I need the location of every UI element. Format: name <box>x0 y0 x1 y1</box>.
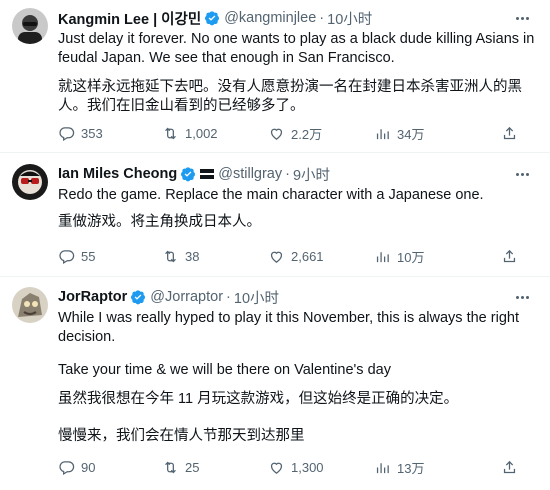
verified-badge-icon <box>181 167 196 182</box>
tweet-text: While I was really hyped to play it this… <box>58 310 519 345</box>
tweet-text: 就这样永远拖延下去吧。没有人愿意扮演一名在封建日本杀害亚洲人的黑人。我们在旧金山… <box>58 79 522 114</box>
repost-icon <box>165 127 176 139</box>
handle[interactable]: @stillgray <box>218 166 282 182</box>
views-button[interactable]: 13万 <box>374 458 424 476</box>
views-count: 10万 <box>397 249 425 265</box>
reply-button[interactable]: 353 <box>58 124 103 142</box>
tweet-actions: 55 38 2,661 10万 <box>58 247 528 265</box>
share-icon <box>503 249 516 262</box>
tweet-text: Take your time & we will be there on Val… <box>58 362 391 378</box>
separator-dot: · <box>285 166 290 182</box>
views-button[interactable]: 10万 <box>374 247 424 265</box>
reply-icon <box>59 249 75 264</box>
reply-count: 55 <box>81 248 96 264</box>
reply-button[interactable]: 55 <box>58 247 95 265</box>
divider <box>0 276 550 277</box>
repost-button[interactable]: 1,002 <box>162 124 218 142</box>
like-icon <box>270 128 283 140</box>
reply-icon <box>59 126 75 141</box>
repost-button[interactable]: 38 <box>162 247 199 265</box>
share-button[interactable] <box>501 247 518 265</box>
views-icon <box>376 128 389 139</box>
tweet[interactable]: JorRaptor @Jorraptor · 10小时 While I was … <box>0 287 550 446</box>
divider <box>0 152 550 153</box>
repost-count: 25 <box>185 459 200 475</box>
reply-button[interactable]: 90 <box>58 458 95 476</box>
display-name[interactable]: Ian Miles Cheong <box>58 166 177 182</box>
timestamp[interactable]: 9小时 <box>293 164 330 185</box>
repost-button[interactable]: 25 <box>162 458 199 476</box>
share-icon <box>503 460 516 473</box>
reply-count: 90 <box>81 459 96 475</box>
like-button[interactable]: 2.2万 <box>268 124 322 142</box>
verified-badge-icon <box>205 11 220 26</box>
separator-dot: · <box>319 10 325 26</box>
views-icon <box>376 251 389 262</box>
tweet-actions: 353 1,002 2.2万 34万 <box>58 124 528 142</box>
flag-icon <box>200 169 215 179</box>
share-button[interactable] <box>501 124 518 142</box>
more-icon[interactable] <box>512 290 532 304</box>
share-button[interactable] <box>501 458 518 476</box>
like-count: 2.2万 <box>291 126 323 142</box>
repost-count: 1,002 <box>185 125 218 141</box>
like-icon <box>270 251 283 263</box>
views-icon <box>376 462 389 473</box>
views-count: 13万 <box>397 460 425 476</box>
repost-icon <box>165 461 176 473</box>
tweet-actions: 90 25 1,300 13万 <box>58 458 528 476</box>
like-count: 1,300 <box>291 459 324 475</box>
handle[interactable]: @kangminjlee <box>224 10 316 26</box>
like-icon <box>270 462 283 474</box>
repost-count: 38 <box>185 248 200 264</box>
tweet[interactable]: Kangmin Lee | 이강민 @kangminjlee · 10小时 Ju… <box>0 8 550 116</box>
timestamp[interactable]: 10小时 <box>234 287 279 308</box>
views-button[interactable]: 34万 <box>374 124 424 142</box>
like-count: 2,661 <box>291 248 324 264</box>
separator-dot: · <box>226 289 231 305</box>
repost-icon <box>165 250 176 262</box>
tweet-header: JorRaptor @Jorraptor · 10小时 <box>58 287 540 307</box>
display-name[interactable]: JorRaptor <box>58 289 127 305</box>
tweet[interactable]: Ian Miles Cheong @stillgray · 9小时 Redo t… <box>0 164 550 232</box>
tweet-header: Ian Miles Cheong @stillgray · 9小时 <box>58 164 540 184</box>
like-button[interactable]: 2,661 <box>268 247 324 265</box>
more-icon[interactable] <box>512 167 532 181</box>
tweet-text: Redo the game. Replace the main characte… <box>58 187 484 203</box>
like-button[interactable]: 1,300 <box>268 458 324 476</box>
tweet-text: 重做游戏。将主角换成日本人。 <box>58 214 261 230</box>
more-icon[interactable] <box>512 11 532 25</box>
tweet-text: Just delay it forever. No one wants to p… <box>58 31 535 66</box>
handle[interactable]: @Jorraptor <box>150 289 223 305</box>
display-name[interactable]: Kangmin Lee | 이강민 <box>58 8 201 29</box>
reply-count: 353 <box>81 125 103 141</box>
tweet-text: 慢慢来，我们会在情人节那天到达那里 <box>58 428 305 444</box>
timestamp[interactable]: 10小时 <box>327 8 372 29</box>
tweet-text: 虽然我很想在今年 11 月玩这款游戏，但这始终是正确的决定。 <box>58 391 459 407</box>
views-count: 34万 <box>397 126 425 142</box>
share-icon <box>503 126 516 139</box>
reply-icon <box>59 460 75 475</box>
verified-badge-icon <box>131 290 146 305</box>
tweet-header: Kangmin Lee | 이강민 @kangminjlee · 10小时 <box>58 8 540 28</box>
